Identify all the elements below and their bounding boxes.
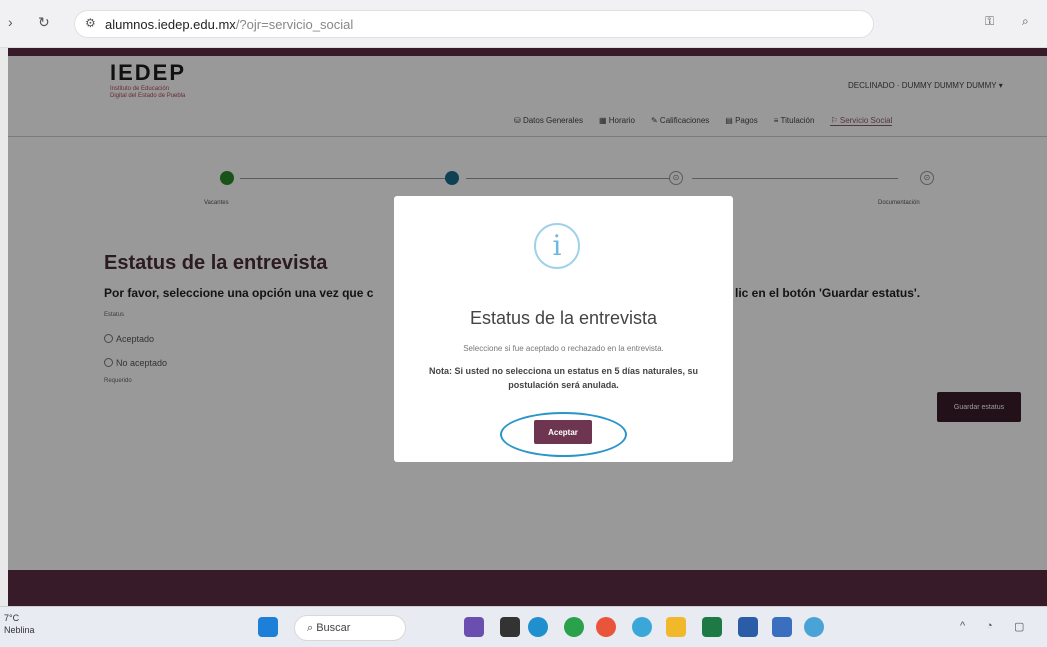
tray-app-icon[interactable]: ◔	[986, 620, 993, 632]
edge-icon[interactable]	[528, 617, 548, 637]
excel-icon[interactable]	[702, 617, 722, 637]
firefox-icon[interactable]	[596, 617, 616, 637]
interview-status-dialog: i Estatus de la entrevista Seleccione si…	[394, 196, 733, 462]
address-bar[interactable]: ⚙ alumnos.iedep.edu.mx/?ojr=servicio_soc…	[74, 10, 874, 38]
app-icon[interactable]	[464, 617, 484, 637]
site-settings-icon[interactable]: ⚙	[85, 16, 96, 30]
weather-text: Neblina	[4, 625, 35, 635]
chevron-up-icon[interactable]: ^	[960, 620, 965, 632]
accept-button[interactable]: Aceptar	[534, 420, 592, 444]
search-icon: ⌕	[307, 622, 317, 634]
app-icon-2[interactable]	[804, 617, 824, 637]
forward-icon[interactable]: ›	[8, 14, 13, 30]
browser-toolbar: › ↻ ⚙ alumnos.iedep.edu.mx/?ojr=servicio…	[0, 0, 1047, 48]
dialog-note: Nota: Si usted no selecciona un estatus …	[428, 366, 699, 390]
chrome-icon[interactable]	[564, 617, 584, 637]
weather-widget[interactable]: 7°C Neblina	[4, 612, 35, 636]
info-icon: i	[534, 223, 580, 269]
url-path: /?ojr=servicio_social	[235, 17, 354, 32]
search-placeholder: Buscar	[316, 622, 351, 634]
chrome-profile-icon[interactable]	[632, 617, 652, 637]
weather-temp: 7°C	[4, 613, 20, 623]
windows-taskbar: 7°C Neblina ⌕ Buscar ^ ◔ ▢	[0, 606, 1047, 647]
windows-start-icon[interactable]	[258, 617, 278, 637]
word-icon[interactable]	[738, 617, 758, 637]
outlook-icon[interactable]	[772, 617, 792, 637]
tray-screen-icon[interactable]: ▢	[1014, 620, 1024, 633]
zoom-icon[interactable]: ⌕	[1022, 14, 1029, 29]
key-icon[interactable]: ⚿	[985, 14, 994, 29]
reload-icon[interactable]: ↻	[38, 14, 50, 31]
dialog-title: Estatus de la entrevista	[469, 308, 658, 328]
task-view-icon[interactable]	[500, 617, 520, 637]
url-domain: alumnos.iedep.edu.mx	[105, 17, 236, 32]
file-explorer-icon[interactable]	[666, 617, 686, 637]
dialog-text: Seleccione si fue aceptado o rechazado e…	[463, 344, 664, 353]
taskbar-search[interactable]: ⌕ Buscar	[294, 615, 406, 641]
